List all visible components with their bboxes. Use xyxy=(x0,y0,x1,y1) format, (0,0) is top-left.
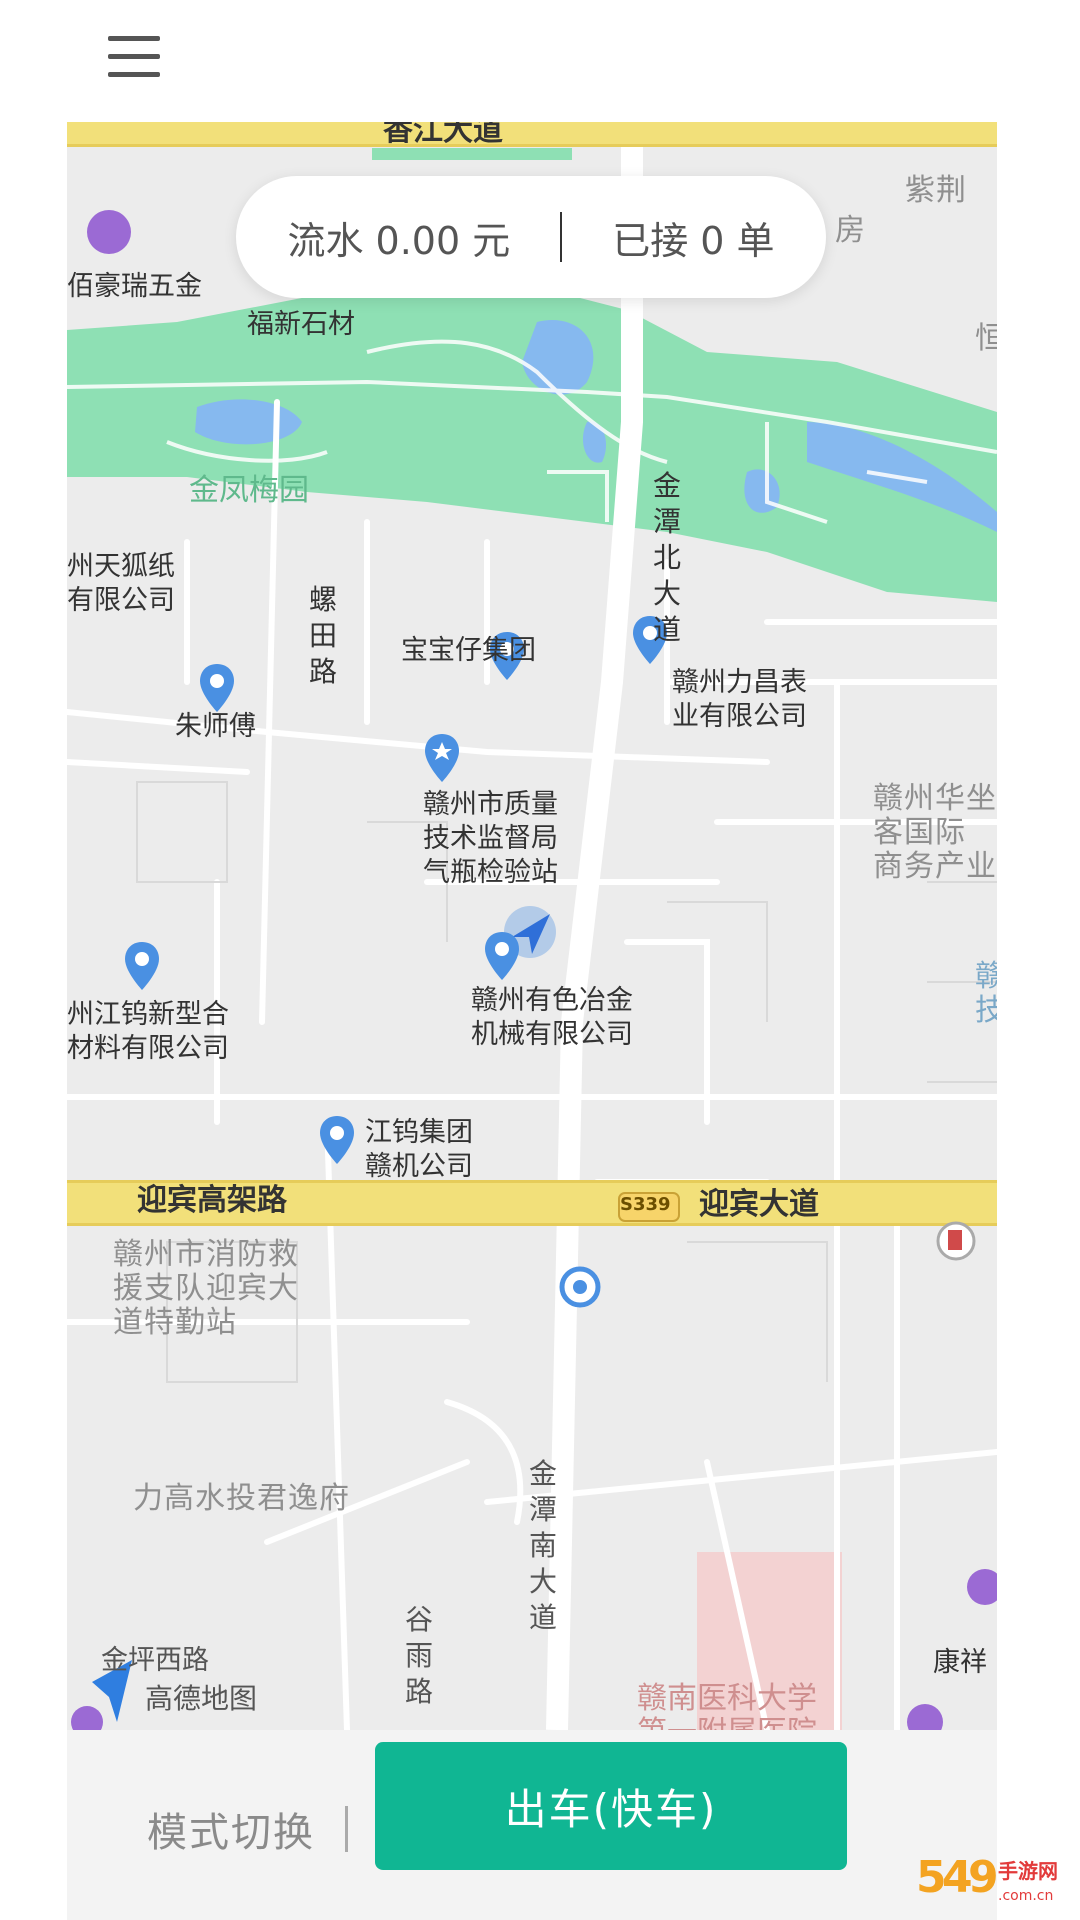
map-attribution: 高德地图 xyxy=(145,1682,258,1715)
map-star-pin-icon[interactable] xyxy=(422,732,462,784)
road-label: 香江大道 xyxy=(383,122,503,148)
poi-label: 赣 技 xyxy=(975,959,997,1028)
poi-label: 紫荆 xyxy=(905,173,967,208)
menu-button[interactable] xyxy=(108,34,160,78)
bottom-action-bar: 模式切换 出车(快车) xyxy=(67,1730,997,1920)
road-label: 金潭南大道 xyxy=(528,1457,557,1634)
road-label: 迎宾高架路 xyxy=(137,1183,287,1218)
map-view[interactable]: 香江大道 佰豪瑞五金 福新石材 紫荆 房 恒 金凤梅园 州天狐纸 有限公司 螺田… xyxy=(67,122,997,1730)
svg-text:手游网: 手游网 xyxy=(998,1859,1058,1883)
svg-text:9: 9 xyxy=(968,1852,999,1903)
poi-label: 朱师傅 xyxy=(175,711,256,742)
map-pin-icon[interactable] xyxy=(197,662,237,714)
road-label: 金潭北大道 xyxy=(652,469,681,646)
park-label: 金凤梅园 xyxy=(189,473,309,508)
road-label: 螺田路 xyxy=(308,583,337,688)
poi-label: 房 xyxy=(835,213,866,248)
revenue-label: 流水 0.00 元 xyxy=(287,218,511,263)
map-pin-icon[interactable] xyxy=(317,1114,357,1166)
poi-label: 佰豪瑞五金 xyxy=(67,271,202,302)
road-label: 迎宾大道 xyxy=(699,1187,819,1222)
poi-label: 宝宝仔集团 xyxy=(401,635,536,666)
road-label: 金坪西路 xyxy=(101,1645,209,1676)
poi-label: 州江钨新型合 材料有限公司 xyxy=(67,999,229,1064)
road-label: 谷雨路 xyxy=(404,1603,433,1708)
stats-divider xyxy=(560,212,563,262)
poi-label: 州天狐纸 有限公司 xyxy=(67,551,175,616)
poi-label: 赣州有色冶金 机械有限公司 xyxy=(471,985,633,1050)
start-driving-button[interactable]: 出车(快车) xyxy=(375,1742,847,1870)
bottom-divider xyxy=(345,1806,348,1852)
svg-text:.com.cn: .com.cn xyxy=(998,1888,1053,1904)
poi-label: 江钨集团 赣机公司 xyxy=(365,1117,473,1182)
poi-label: 福新石材 xyxy=(247,309,355,340)
poi-label: 赣州市质量 技术监督局 气瓶检验站 xyxy=(423,789,558,888)
highway-badge: S339 xyxy=(620,1194,671,1215)
map-pin-icon[interactable] xyxy=(482,930,522,982)
hamburger-menu-icon xyxy=(108,36,160,41)
hamburger-menu-icon-bar xyxy=(108,72,160,77)
poi-label: 力高水投君逸府 xyxy=(133,1481,350,1516)
poi-label: 康祥 xyxy=(933,1647,987,1678)
poi-label: 赣州力昌表 业有限公司 xyxy=(672,667,807,732)
poi-label: 赣州华坐 客国际 商务产业 xyxy=(873,781,997,884)
poi-label: 恒 xyxy=(975,321,997,356)
stats-panel: 流水 0.00 元 已接 0 单 xyxy=(236,176,826,298)
poi-label: 赣州市消防救 援支队迎宾大 道特勤站 xyxy=(113,1237,299,1340)
hospital-label: 赣南医科大学 第一附属医院 xyxy=(637,1681,817,1731)
orders-label: 已接 0 单 xyxy=(612,218,775,263)
map-pin-icon[interactable] xyxy=(122,940,162,992)
mode-switch-button[interactable]: 模式切换 xyxy=(147,1800,315,1858)
hamburger-menu-icon-bar xyxy=(108,54,160,59)
watermark-logo: 5 4 9 手游网 .com.cn xyxy=(916,1848,1066,1906)
